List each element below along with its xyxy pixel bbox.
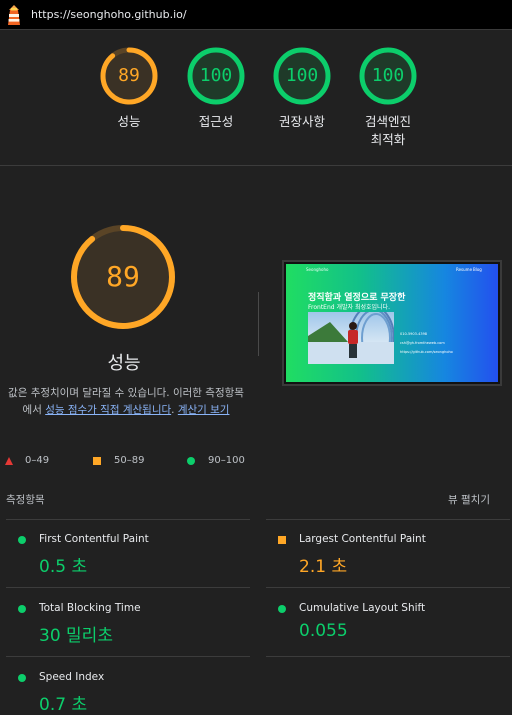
calculator-link[interactable]: 계산기 보기 [178, 404, 230, 416]
metric-cumulative-layout-shift: Cumulative Layout Shift 0.055 [266, 588, 506, 656]
screenshot-brand: Seonghoho [306, 267, 329, 272]
gauge-score: 100 [371, 65, 405, 86]
vertical-divider [258, 292, 259, 356]
pass-circle-icon [278, 605, 286, 613]
legend-range: 50–89 [114, 455, 145, 466]
metric-value: 30 밀리초 [39, 626, 113, 646]
pass-circle-icon [187, 457, 195, 465]
section-divider [0, 165, 512, 166]
screenshot-content: Seonghoho Resume Blog 정직함과 열정으로 무장한 Fron… [286, 264, 498, 382]
profile-photo [308, 312, 394, 364]
pass-circle-icon [18, 605, 26, 613]
description-separator: . [171, 404, 178, 416]
page-url: https://seonghoho.github.io/ [31, 8, 187, 21]
screenshot-contacts: 010-5903-4398 csh@gh.fromtheweb.com http… [400, 330, 453, 357]
lighthouse-logo-icon [8, 5, 20, 25]
performance-title: 성능 [107, 353, 141, 374]
score-calculation-link[interactable]: 성능 점수가 직접 계산됩니다 [45, 404, 171, 416]
metric-name: Total Blocking Time [39, 602, 141, 614]
gauge-score: 100 [199, 65, 233, 86]
gauge-seo[interactable]: 100 [358, 46, 418, 106]
screenshot-nav: Seonghoho Resume Blog [286, 264, 498, 274]
performance-gauge: 89 [69, 223, 177, 331]
metric-value: 0.5 초 [39, 557, 88, 577]
metric-value: 0.055 [299, 621, 348, 641]
metric-divider [266, 656, 510, 657]
pass-circle-icon [18, 536, 26, 544]
gauge-label: 접근성 [198, 114, 234, 129]
performance-score: 89 [106, 260, 140, 293]
top-bar: https://seonghoho.github.io/ [0, 0, 512, 30]
contact-line: csh@gh.fromtheweb.com [400, 341, 445, 345]
metric-name: Speed Index [39, 671, 105, 683]
screenshot-nav-item: Blog [473, 267, 482, 272]
metric-name: First Contentful Paint [39, 533, 149, 545]
metric-name: Cumulative Layout Shift [299, 602, 426, 614]
metric-largest-contentful-paint: Largest Contentful Paint 2.1 초 [266, 519, 506, 587]
gauge-performance[interactable]: 89 [99, 46, 159, 106]
expand-view-toggle[interactable]: 뷰 펼치기 [448, 492, 490, 507]
gauge-accessibility[interactable]: 100 [186, 46, 246, 106]
metric-name: Largest Contentful Paint [299, 533, 426, 545]
pass-circle-icon [18, 674, 26, 682]
fail-triangle-icon [5, 457, 13, 465]
final-screenshot[interactable]: Seonghoho Resume Blog 정직함과 열정으로 무장한 Fron… [282, 260, 502, 386]
gauge-best-practices[interactable]: 100 [272, 46, 332, 106]
gauge-label: 검색엔진 최적화 [338, 113, 438, 149]
screenshot-nav-item: Resume [456, 267, 473, 272]
gauge-label: 성능 [117, 114, 141, 129]
contact-line: 010-5903-4398 [400, 332, 428, 336]
gauge-label: 권장사항 [278, 114, 325, 129]
gauge-label-line: 검색엔진 [364, 114, 411, 129]
gauge-score: 100 [285, 65, 319, 86]
legend-range: 0–49 [25, 455, 50, 466]
average-square-icon [93, 457, 101, 465]
average-square-icon [278, 536, 286, 544]
metric-value: 2.1 초 [299, 557, 348, 577]
metrics-title: 측정항목 [6, 494, 45, 506]
gauge-label-line: 최적화 [370, 132, 406, 147]
gauge-score: 89 [118, 65, 140, 86]
metric-value: 0.7 초 [39, 695, 88, 715]
metric-first-contentful-paint: First Contentful Paint 0.5 초 [6, 519, 246, 587]
legend-range: 90–100 [208, 455, 245, 466]
performance-description: 값은 추정치이며 달라질 수 있습니다. 이러한 측정항목에서 성능 점수가 직… [4, 385, 248, 419]
screenshot-subline: FrontEnd 개발자 최성호입니다. [308, 304, 390, 311]
metric-total-blocking-time: Total Blocking Time 30 밀리초 [6, 588, 246, 656]
contact-line: https://github.com/seonghoho [400, 350, 453, 354]
metric-speed-index: Speed Index 0.7 초 [6, 657, 246, 715]
